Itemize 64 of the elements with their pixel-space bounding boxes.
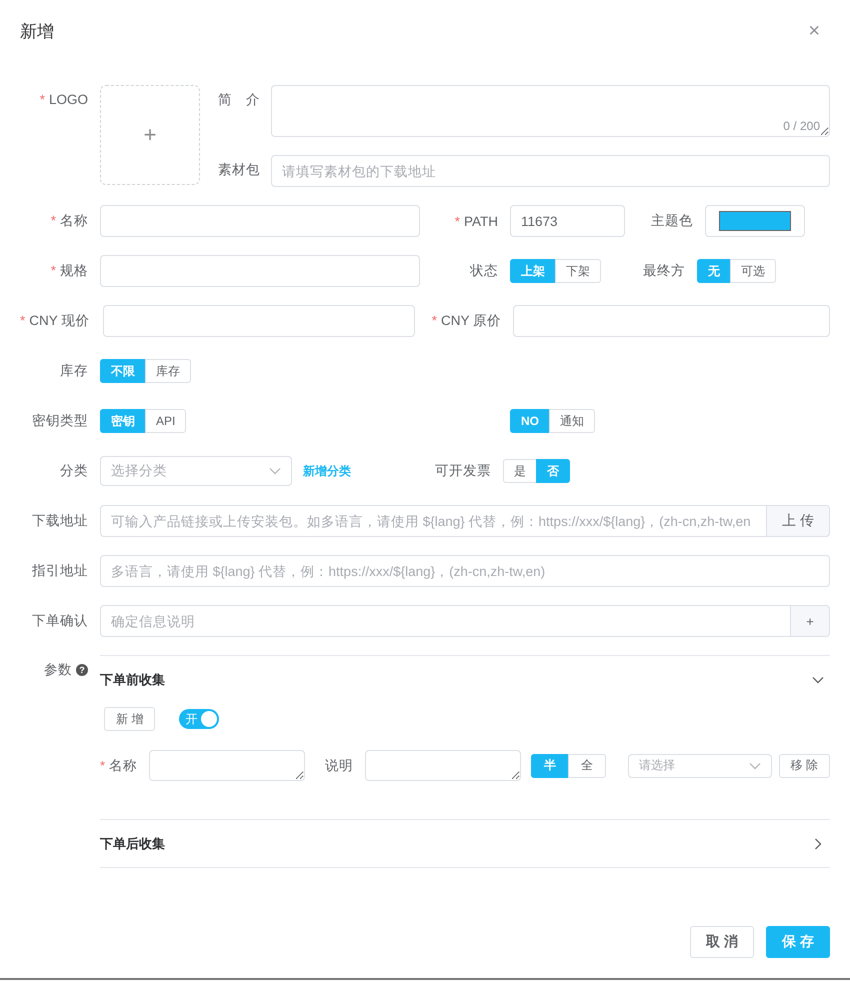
field-label: 说明 bbox=[325, 756, 354, 774]
field-label: 最终方 bbox=[643, 263, 685, 278]
field-label: 参数 bbox=[44, 661, 72, 679]
field-label: 分类 bbox=[60, 463, 88, 478]
field-label: 规格 bbox=[60, 263, 88, 278]
collapse-header[interactable]: 下单前收集 bbox=[100, 670, 165, 688]
chevron-down-icon bbox=[749, 762, 762, 770]
param-description-field[interactable] bbox=[365, 750, 522, 781]
close-button[interactable]: × bbox=[808, 21, 820, 41]
required-mark: * bbox=[50, 213, 56, 228]
required-mark: * bbox=[50, 263, 56, 278]
required-mark: * bbox=[432, 313, 437, 328]
field-label: 指引地址 bbox=[32, 563, 88, 578]
guide-url-field[interactable]: 多语言，请使用 ${lang} 代替，例：https://xxx/${lang}，(zh-cn,zh-tw,en) bbox=[100, 555, 830, 587]
segment-button[interactable]: API bbox=[145, 409, 186, 433]
upload-button[interactable]: 上 传 bbox=[766, 505, 830, 537]
field-label: 素材包 bbox=[218, 161, 261, 179]
add-button[interactable]: 新 增 bbox=[104, 707, 156, 731]
field-label: 库存 bbox=[60, 363, 88, 378]
download-url-field[interactable]: 可输入产品链接或上传安装包。如多语言，请使用 ${lang} 代替，例：https://xxx/${lang}，(zh-cn,zh-tw,en bbox=[100, 505, 766, 537]
field-label: 下单确认 bbox=[32, 613, 88, 628]
field-label: 下载地址 bbox=[32, 513, 88, 528]
field-label: CNY 现价 bbox=[29, 313, 90, 328]
character-counter: 0 / 200 bbox=[783, 119, 820, 133]
chevron-down-icon[interactable] bbox=[812, 676, 824, 684]
logo-upload[interactable]: + bbox=[100, 85, 200, 185]
param-name-field[interactable] bbox=[149, 750, 306, 781]
remove-button[interactable]: 移 除 bbox=[778, 754, 830, 778]
segment-button[interactable]: 全 bbox=[568, 754, 606, 778]
chevron-right-icon[interactable] bbox=[814, 838, 822, 850]
original-price-field[interactable] bbox=[513, 305, 830, 337]
segment-button[interactable]: 通知 bbox=[549, 409, 595, 433]
color-picker[interactable] bbox=[705, 205, 805, 237]
segment-button[interactable]: 可选 bbox=[730, 259, 776, 283]
segment-button[interactable]: 是 bbox=[503, 459, 537, 483]
cancel-button[interactable]: 取 消 bbox=[690, 926, 754, 958]
help-icon[interactable]: ? bbox=[76, 664, 88, 676]
collapse-header[interactable]: 下单后收集 bbox=[100, 834, 165, 852]
required-mark: * bbox=[40, 92, 45, 107]
chevron-down-icon bbox=[269, 467, 281, 475]
required-mark: * bbox=[100, 758, 106, 773]
field-label: 简 介 bbox=[218, 91, 261, 109]
add-button[interactable]: + bbox=[790, 605, 830, 637]
field-label: LOGO bbox=[48, 92, 88, 107]
field-label: CNY 原价 bbox=[440, 313, 501, 328]
segment-button[interactable]: 库存 bbox=[145, 359, 191, 383]
field-label: 状态 bbox=[470, 263, 498, 278]
field-label: 主题色 bbox=[651, 213, 693, 228]
intro-field[interactable] bbox=[271, 85, 830, 137]
spec-field[interactable] bbox=[100, 255, 420, 287]
field-label: 密钥类型 bbox=[32, 413, 88, 428]
current-price-field[interactable] bbox=[103, 305, 415, 337]
field-label: 名称 bbox=[109, 756, 138, 774]
name-field[interactable] bbox=[100, 205, 420, 237]
required-mark: * bbox=[20, 313, 26, 328]
path-field[interactable]: 11673 bbox=[510, 205, 625, 237]
field-label: PATH bbox=[464, 214, 498, 228]
field-label: 名称 bbox=[60, 213, 88, 228]
required-mark: * bbox=[454, 214, 460, 228]
confirmation-field[interactable]: 确定信息说明 bbox=[100, 605, 790, 637]
segment-button[interactable]: 下架 bbox=[555, 259, 601, 283]
package-url-field[interactable]: 请填写素材包的下载地址 bbox=[271, 155, 830, 187]
dialog-title: 新增 bbox=[20, 20, 54, 42]
field-label: 可开发票 bbox=[435, 463, 491, 478]
